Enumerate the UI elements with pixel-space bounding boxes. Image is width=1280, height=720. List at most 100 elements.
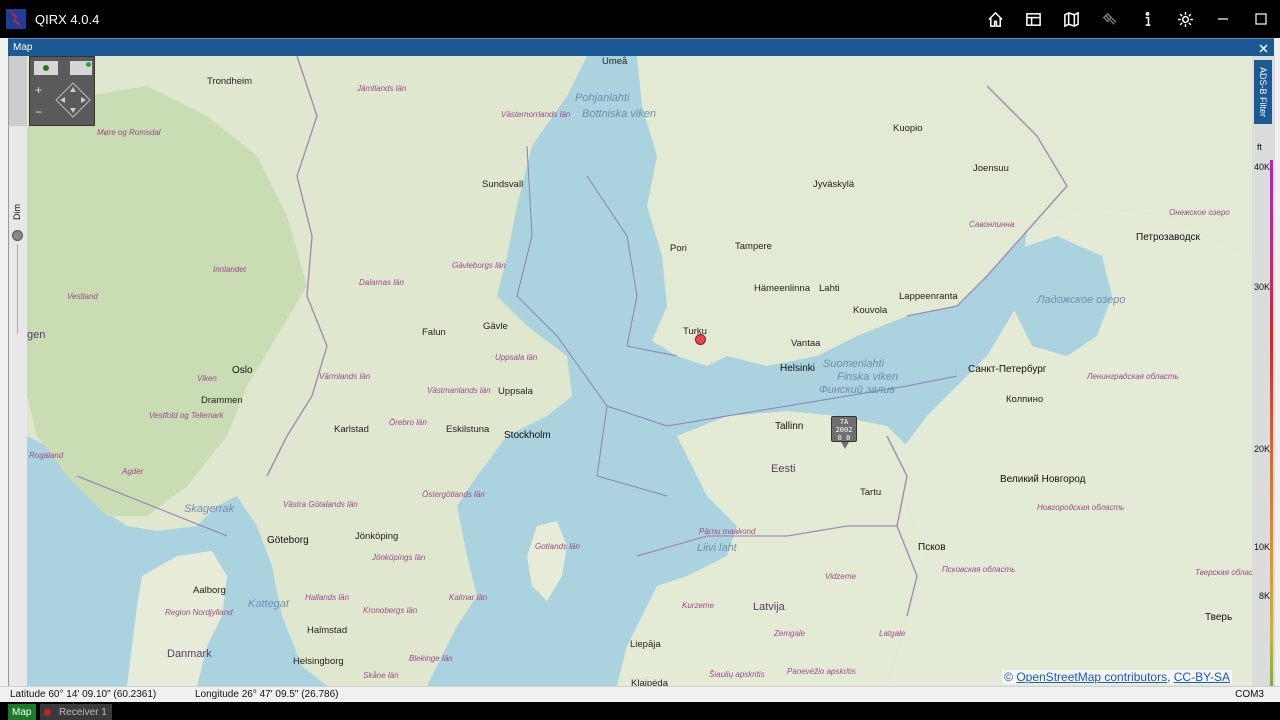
map-label-region: Новгородская область [1037,503,1125,512]
map-icon[interactable] [1052,0,1090,38]
map-label-region: Ленинградская область [1087,372,1179,381]
map-label-region: Västra Götalands län [283,500,358,509]
map-label-region: Värmlands län [319,372,371,381]
map-label-city: Umeå [602,56,628,67]
map-label-region: Uppsala län [495,353,538,362]
map-label-city: Eskilstuna [446,424,490,435]
aircraft-marker[interactable]: 7A 2002 0 0 [831,416,857,449]
map-label-city: Liepāja [630,639,661,650]
home-icon[interactable] [976,0,1014,38]
map-label-city: Pori [670,243,687,254]
map-label-city: Uppsala [498,386,533,397]
altitude-color-scale [1270,160,1273,686]
map-label-sea: Финский залив [819,384,895,396]
record-icon [44,708,51,716]
dim-slider-knob[interactable] [12,230,23,241]
map-label-city: Trondheim [207,76,253,87]
map-label-city: Sundsvall [482,179,524,190]
map-label-country: Eesti [771,463,796,475]
satellite-icon[interactable] [1090,0,1128,38]
altitude-tick: 20K [1253,444,1270,454]
map-label-city: Tallinn [775,421,804,432]
map-attribution: © OpenStreetMap contributors, CC-BY-SA [1002,670,1232,684]
overlay-toggle-button[interactable] [70,61,92,75]
map-label-region: Šiaulių apskritis [709,670,765,679]
map-label-country: Danmark [167,648,212,660]
map-label-city: Klaipėda [631,678,668,686]
map-label-city: Helsinki [780,363,816,374]
latitude-readout: Latitude 60° 14' 09.10" (60.2361) [10,689,157,700]
app-title: QIRX 4.0.4 [35,11,100,27]
map-label-region: Савонлинна [969,220,1015,229]
attribution-separator: , [1167,670,1174,684]
map-label-city: Kouvola [853,305,888,316]
map-label-region: Kalmar län [449,593,488,602]
dim-label: Dim [12,204,22,220]
own-position-marker[interactable] [695,334,706,345]
info-icon[interactable] [1128,0,1166,38]
map-label-region: Тверская область [1195,568,1252,577]
map-label-city: Falun [422,327,446,338]
map-label-region: Gävleborgs län [452,261,506,270]
map-label-region: Zemgale [774,629,806,638]
map-label-region: Västernorrlands län [501,110,571,119]
map-controls: + − [29,56,95,126]
map-label-region: Agder [122,467,144,476]
map-label-big-city: Псков [918,542,946,553]
attribution-prefix: © [1004,670,1017,684]
map-label-region: Panevėžio apskritis [787,667,856,676]
map-label-city: Halmstad [307,625,348,636]
map-label-region: Vestfold og Telemark [149,411,224,420]
tab-bar: Map Receiver 1 [0,702,1280,720]
map-label-city: Stockholm [504,430,551,441]
aircraft-line1: 7A [839,418,849,426]
map-label-city: Karlstad [334,424,369,435]
map-label-region: Region Nordjylland [165,608,233,617]
maximize-icon[interactable] [1242,0,1280,38]
dim-slider-track[interactable] [17,244,18,334]
map-label-region: Rogaland [29,451,64,460]
pan-control-icon[interactable] [54,81,92,119]
tab-receiver-1[interactable]: Receiver 1 [40,704,112,720]
layer-toggle-button[interactable] [34,61,58,75]
longitude-readout: Longitude 26° 47' 09.5" (26.786) [195,689,339,700]
map-label-region: Pärnu maakond [699,527,756,536]
map-label-city: Vantaa [791,338,821,349]
map-label-city: Lahti [819,283,840,294]
map-label-sea: Skagerrak [184,503,235,515]
map-canvas[interactable]: Trondheim Umeå Sundsvall Falun Gävle Osl… [27,56,1252,686]
adsb-filter-button[interactable]: ADS-B Filter [1254,60,1272,124]
map-label-region: Kurzeme [682,601,715,610]
altitude-tick: 30K [1253,282,1270,292]
map-label-big-city: Тверь [1205,612,1233,623]
gear-icon[interactable] [1166,0,1204,38]
zoom-in-button[interactable]: + [35,83,42,97]
altitude-tick: 10K [1253,542,1270,552]
map-label-region: Kronobergs län [363,606,418,615]
map-label-region: Östergötlands län [422,490,485,499]
tab-receiver-label: Receiver 1 [59,706,107,718]
minimize-icon[interactable] [1204,0,1242,38]
map-label-region: Онежское озеро [1169,208,1230,217]
tab-map[interactable]: Map [8,704,36,720]
map-label-sea: Kattegat [248,598,289,610]
altitude-unit-label: ft [1257,142,1263,152]
close-icon[interactable] [1259,39,1268,57]
map-label-city: Joensuu [973,163,1009,174]
map-label-big-city: Санкт-Петербург [968,364,1047,375]
map-label-sea: Finska viken [837,371,899,383]
map-label-region: Västmanlands län [427,386,491,395]
map-label-big-city: Колпино [1006,394,1044,405]
license-link[interactable]: CC-BY-SA [1174,670,1230,684]
map-label-city: Jyväskylä [813,179,855,190]
map-label-sea: Pohjanlahti [575,92,630,104]
osm-contributors-link[interactable]: OpenStreetMap contributors [1016,670,1167,684]
map-label-city: Göteborg [267,535,309,546]
map-label-sea: Ладожское озеро [1037,294,1126,306]
zoom-out-button[interactable]: − [35,105,42,119]
map-label-city: Kuopio [893,123,923,134]
qirx-logo-icon [6,9,26,29]
status-bar: Latitude 60° 14' 09.10" (60.2361) Longit… [0,686,1280,702]
map-label-region: Blekinge län [409,654,453,663]
layout-icon[interactable] [1014,0,1052,38]
